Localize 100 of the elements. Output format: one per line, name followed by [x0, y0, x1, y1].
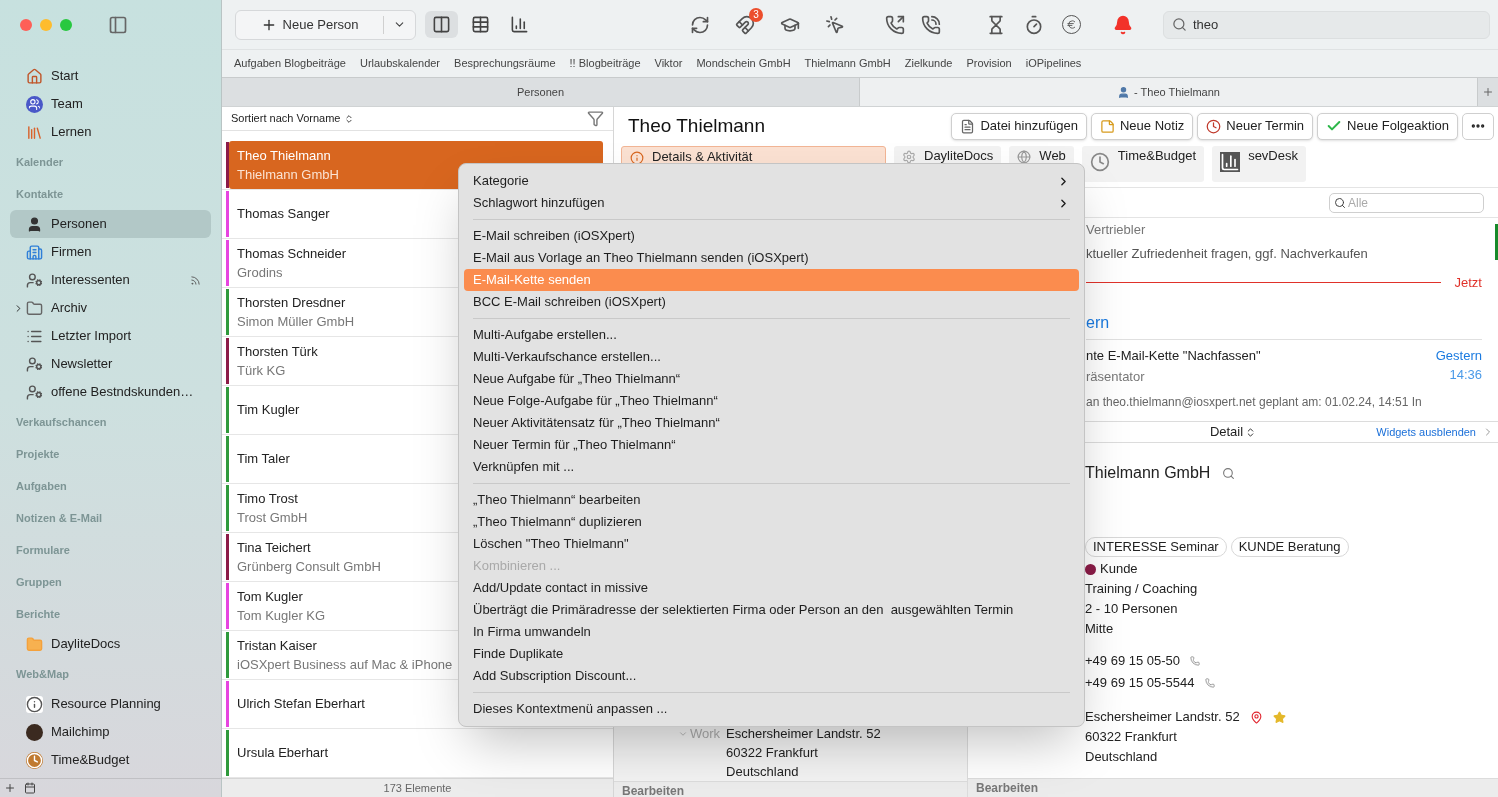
tab[interactable]: - Theo Thielmann: [860, 78, 1478, 106]
sidebar-toggle-icon[interactable]: [108, 15, 128, 35]
action-button[interactable]: Neuer Termin: [1197, 112, 1314, 140]
person-list-item[interactable]: Ursula Eberhart: [229, 729, 603, 777]
activity-title: nte E-Mail-Kette "Nachfassen": [1086, 346, 1262, 365]
filter-icon[interactable]: [587, 110, 604, 127]
favorite-link[interactable]: Urlaubskalender: [359, 55, 441, 72]
menu-item[interactable]: „Theo Thielmann“ duplizieren: [464, 511, 1079, 533]
menu-item[interactable]: Verknüpfen mit ...: [464, 456, 1079, 478]
more-button[interactable]: [1462, 112, 1494, 140]
plus-icon: [1482, 86, 1494, 98]
menu-item[interactable]: BCC E-Mail schreiben (iOSXpert): [464, 291, 1079, 313]
address-line: Deutschland: [1085, 748, 1158, 767]
section-header: Notizen & E-Mail: [15, 510, 104, 526]
view-toggle-button[interactable]: [425, 11, 458, 38]
menu-item[interactable]: „Theo Thielmann“ bearbeiten: [464, 489, 1079, 511]
tab[interactable]: Personen: [222, 78, 860, 106]
sidebar-item[interactable]: Newsletter: [10, 350, 211, 378]
magnet-icon[interactable]: [735, 14, 755, 35]
sidebar-item[interactable]: offene Bestndskunden…: [10, 378, 211, 406]
document-icon: [960, 118, 976, 134]
menu-item[interactable]: Add/Update contact in missive: [464, 577, 1079, 599]
favorite-link[interactable]: Mondschein GmbH: [696, 55, 791, 72]
menu-item[interactable]: Multi-Aufgabe erstellen...: [464, 324, 1079, 346]
action-button[interactable]: Datei hinzufügen: [951, 112, 1087, 140]
favorite-link[interactable]: Aufgaben Blogbeiträge: [234, 55, 346, 72]
globe-icon: [1017, 150, 1032, 164]
bell-icon[interactable]: [1113, 14, 1133, 35]
company-field: Training / Coaching: [1085, 579, 1498, 599]
sidebar-item[interactable]: Letzter Import: [10, 322, 211, 350]
contact-name: Theo Thielmann: [628, 113, 765, 138]
menu-item[interactable]: Überträgt die Primäradresse der selektierten Firma oder Person an den ausgewählten Termin: [464, 599, 1079, 621]
sidebar-item[interactable]: Team: [10, 90, 211, 118]
favorite-link[interactable]: Thielmann GmbH: [804, 55, 891, 72]
sidebar-item[interactable]: DayliteDocs: [10, 630, 211, 658]
sidebar-item[interactable]: Firmen: [10, 238, 211, 266]
favorite-link[interactable]: Besprechungsräume: [454, 55, 556, 72]
menu-item[interactable]: Finde Duplikate: [464, 643, 1079, 665]
map-pin-icon[interactable]: [1249, 710, 1263, 724]
phone-number[interactable]: +49 69 15 05-5544: [1085, 673, 1195, 693]
info-icon: [630, 151, 644, 165]
sidebar-item[interactable]: Archiv: [10, 294, 211, 322]
menu-item[interactable]: Löschen "Theo Thielmann": [464, 533, 1079, 555]
company-field: Mitte: [1085, 619, 1498, 639]
menu-item[interactable]: Add Subscription Discount...: [464, 665, 1079, 687]
menu-item[interactable]: Multi-Verkaufschance erstellen...: [464, 346, 1079, 368]
pointer-click-icon[interactable]: [825, 14, 845, 35]
menu-item[interactable]: In Firma umwandeln: [464, 621, 1079, 643]
favorite-link[interactable]: iOPipelines: [1025, 55, 1082, 72]
action-button[interactable]: Neue Folgeaktion: [1317, 112, 1458, 140]
menu-item[interactable]: Schlagwort hinzufügen: [464, 192, 1079, 214]
widget-tab[interactable]: sevDesk: [1212, 146, 1306, 182]
favorite-link[interactable]: !! Blogbeiträge: [569, 55, 641, 72]
person-icon: [1117, 85, 1131, 99]
company-name[interactable]: Thielmann GmbH: [1085, 461, 1211, 485]
phone-outgoing-icon[interactable]: [885, 14, 905, 35]
search-field[interactable]: theo: [1163, 10, 1490, 39]
section-header: Kalender: [15, 154, 65, 170]
favorite-link[interactable]: Zielkunde: [904, 55, 953, 72]
phone-add-icon[interactable]: [921, 14, 941, 35]
calendar-icon[interactable]: [24, 782, 36, 794]
activity-time: 14:36: [1449, 366, 1482, 384]
menu-item[interactable]: Neue Folge-Aufgabe für „Theo Thielmann“: [464, 390, 1079, 412]
sync-icon[interactable]: [690, 14, 710, 35]
sidebar-item[interactable]: Resource Planning: [10, 690, 211, 718]
detail-selector[interactable]: Detail: [1209, 422, 1257, 442]
building-icon: [26, 243, 43, 261]
menu-item[interactable]: Neuer Aktivitätensatz für „Theo Thielmann“: [464, 412, 1079, 434]
search-icon[interactable]: [1222, 466, 1236, 480]
search-icon: [1334, 196, 1346, 209]
grid-icon: [471, 15, 490, 34]
sidebar-item[interactable]: Time&Budget: [10, 746, 211, 774]
menu-item[interactable]: Neue Aufgabe für „Theo Thielmann“: [464, 368, 1079, 390]
menu-item[interactable]: Dieses Kontextmenü anpassen ...: [464, 698, 1079, 720]
edit-link[interactable]: Bearbeiten: [614, 781, 967, 797]
clock-icon: [1089, 152, 1110, 172]
stopwatch-icon[interactable]: [1024, 14, 1044, 35]
widget-tab[interactable]: Time&Budget: [1081, 146, 1205, 182]
sidebar-item[interactable]: Start: [10, 62, 211, 90]
books-icon: [26, 123, 43, 141]
menu-item[interactable]: Neuer Termin für „Theo Thielmann“: [464, 434, 1079, 456]
address-line: Eschersheimer Landstr. 52: [1085, 708, 1240, 727]
folder-icon: [26, 635, 43, 653]
sort-selector[interactable]: Sortiert nach Vorname: [231, 110, 355, 127]
new-person-button[interactable]: Neue Person: [235, 9, 416, 40]
action-button[interactable]: Neue Notiz: [1091, 112, 1194, 140]
favorite-link[interactable]: Provision: [966, 55, 1012, 72]
hourglass-icon[interactable]: [986, 14, 1006, 35]
favorite-link[interactable]: Viktor: [654, 55, 683, 72]
phone-number[interactable]: +49 69 15 05-50: [1085, 651, 1181, 671]
sidebar-item[interactable]: Interessenten: [10, 266, 211, 294]
add-icon[interactable]: [4, 782, 16, 794]
sidebar-item[interactable]: Mailchimp: [10, 718, 211, 746]
menu-item[interactable]: E-Mail aus Vorlage an Theo Thielmann senden (iOSXpert): [464, 247, 1079, 269]
edit-link[interactable]: Bearbeiten: [968, 778, 1498, 797]
note-icon: [1100, 118, 1115, 134]
sidebar-item[interactable]: Personen: [10, 210, 211, 238]
hide-widgets-link[interactable]: Widgets ausblenden: [1376, 423, 1476, 441]
menu-item[interactable]: E-Mail schreiben (iOSXpert): [464, 225, 1079, 247]
sidebar-item[interactable]: Lernen: [10, 118, 211, 146]
